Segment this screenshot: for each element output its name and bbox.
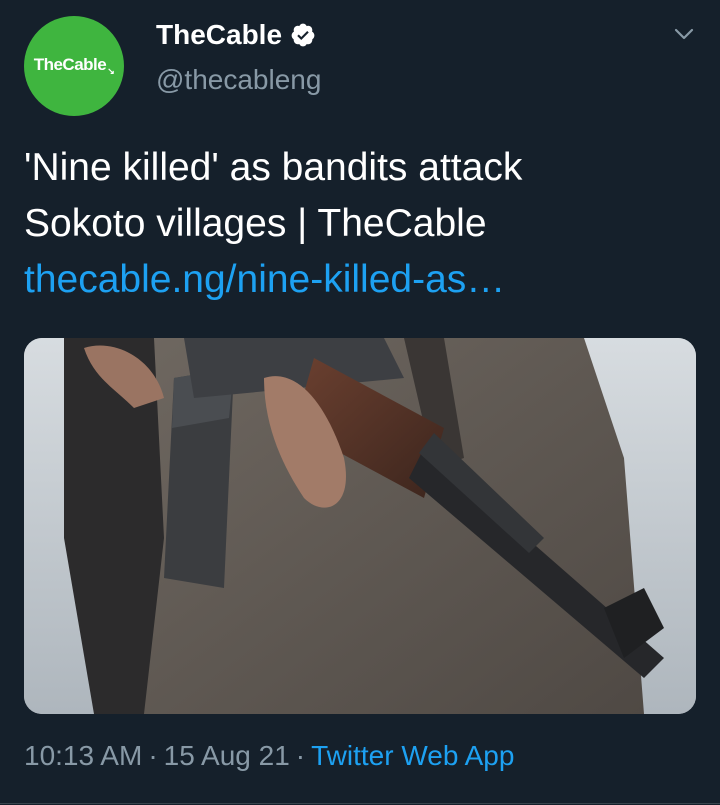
tweet-link[interactable]: thecable.ng/nine-killed-as…	[24, 252, 704, 308]
divider	[0, 803, 720, 804]
tweet-text-line: Sokoto villages | TheCable	[24, 202, 487, 245]
meta-separator: ·	[295, 740, 306, 771]
meta-separator: ·	[148, 740, 158, 771]
chevron-down-icon[interactable]	[672, 22, 696, 46]
avatar[interactable]: TheCable↘	[24, 16, 124, 116]
tweet-source[interactable]: Twitter Web App	[311, 740, 514, 771]
tweet-date[interactable]: 15 Aug 21	[164, 740, 290, 771]
photo-rifle-held-icon	[24, 338, 696, 714]
tweet-meta: 10:13 AM · 15 Aug 21 · Twitter Web App	[24, 740, 514, 772]
verified-badge-icon	[291, 23, 315, 47]
display-name[interactable]: TheCable	[156, 19, 282, 51]
avatar-logo-text: TheCable↘	[33, 54, 115, 77]
tweet-text-line: 'Nine killed' as bandits attack	[24, 146, 523, 189]
author-name-row[interactable]: TheCable	[156, 15, 316, 55]
tweet: TheCable↘ TheCable @thecableng 'Nine kil…	[0, 0, 720, 805]
author-handle[interactable]: @thecableng	[156, 64, 321, 96]
tweet-media-image[interactable]	[24, 338, 696, 714]
tweet-time[interactable]: 10:13 AM	[24, 740, 142, 771]
tweet-text: 'Nine killed' as bandits attack Sokoto v…	[24, 140, 704, 308]
